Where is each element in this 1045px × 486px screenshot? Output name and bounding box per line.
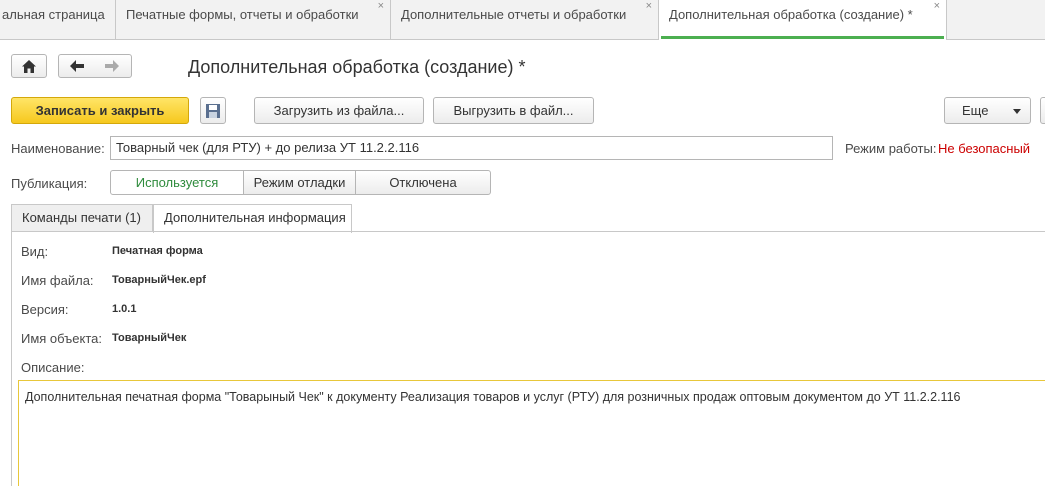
save-and-close-button[interactable]: Записать и закрыть — [11, 97, 189, 124]
publication-label: Публикация: — [11, 176, 88, 191]
page-title: Дополнительная обработка (создание) * — [188, 57, 526, 77]
more-menu-button[interactable]: Еще — [944, 97, 1031, 124]
tab-print-forms[interactable]: Печатные формы, отчеты и обработки × — [116, 0, 391, 39]
publication-option-disabled[interactable]: Отключена — [355, 170, 491, 195]
tab-label: Печатные формы, отчеты и обработки — [126, 7, 359, 22]
file-name-label: Имя файла: — [21, 273, 94, 288]
name-label: Наименование: — [11, 141, 105, 156]
more-label: Еще — [962, 103, 989, 118]
version-value: 1.0.1 — [112, 303, 137, 315]
window-tab-strip: альная страница Печатные формы, отчеты и… — [0, 0, 1045, 40]
home-icon — [22, 60, 36, 74]
load-from-file-button[interactable]: Загрузить из файла... — [254, 97, 424, 124]
tab-label: Дополнительная обработка (создание) * — [669, 7, 913, 22]
description-label: Описание: — [21, 360, 85, 375]
mode-value: Не безопасный — [938, 141, 1031, 156]
close-icon[interactable]: × — [934, 0, 940, 12]
save-button[interactable] — [200, 97, 226, 124]
close-icon[interactable]: × — [646, 0, 652, 12]
forward-button[interactable] — [96, 55, 131, 77]
kind-label: Вид: — [21, 244, 49, 259]
file-name-value: ТоварныйЧек.epf — [112, 274, 206, 286]
version-label: Версия: — [21, 302, 69, 317]
chevron-down-icon — [1013, 109, 1021, 114]
tab-print-commands[interactable]: Команды печати (1) — [11, 204, 153, 232]
tab-home-page[interactable]: альная страница — [0, 0, 116, 39]
publication-option-debug[interactable]: Режим отладки — [243, 170, 356, 195]
arrow-right-icon — [105, 60, 119, 72]
tab-label: альная страница — [2, 7, 105, 22]
home-button[interactable] — [11, 54, 47, 78]
kind-value: Печатная форма — [112, 245, 203, 257]
help-button[interactable] — [1040, 97, 1045, 124]
active-tab-indicator — [661, 36, 944, 39]
tab-additional-reports[interactable]: Дополнительные отчеты и обработки × — [391, 0, 659, 39]
object-name-value: ТоварныйЧек — [112, 332, 187, 344]
tab-additional-processing-create[interactable]: Дополнительная обработка (создание) * × — [659, 0, 947, 40]
publication-option-used[interactable]: Используется — [110, 170, 244, 195]
mode-label: Режим работы: — [845, 141, 937, 156]
back-button[interactable] — [59, 55, 96, 77]
tab-label: Дополнительные отчеты и обработки — [401, 7, 627, 22]
floppy-disk-icon — [206, 104, 220, 118]
description-textarea[interactable]: Дополнительная печатная форма "Товарыный… — [18, 380, 1045, 486]
description-text: Дополнительная печатная форма "Товарыный… — [25, 390, 961, 404]
close-icon[interactable]: × — [378, 0, 384, 12]
object-name-label: Имя объекта: — [21, 331, 103, 346]
back-forward-group — [58, 54, 132, 78]
export-to-file-button[interactable]: Выгрузить в файл... — [433, 97, 594, 124]
name-input[interactable]: Товарный чек (для РТУ) + до релиза УТ 11… — [110, 136, 833, 160]
tab-additional-info[interactable]: Дополнительная информация — [153, 204, 352, 233]
arrow-left-icon — [70, 60, 84, 72]
